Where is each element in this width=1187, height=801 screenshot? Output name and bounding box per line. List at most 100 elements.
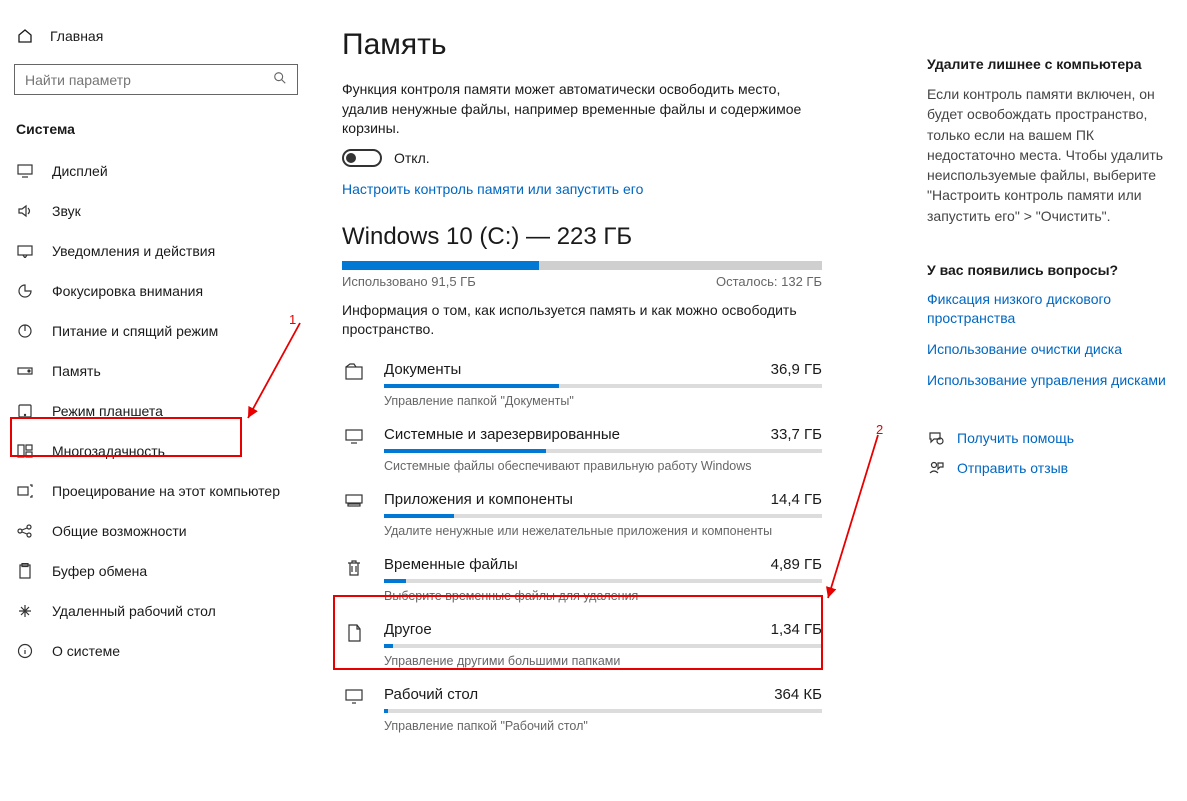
sidebar: Главная Система Дисплей Звук Уведомления… <box>0 0 312 801</box>
sidebar-item-label: Многозадачность <box>52 443 165 459</box>
sidebar-item-label: О системе <box>52 643 120 659</box>
category-name: Временные файлы <box>384 556 518 573</box>
category-temp[interactable]: Временные файлы 4,89 ГБ Выберите временны… <box>342 550 822 615</box>
sidebar-item-shared[interactable]: Общие возможности <box>0 511 312 551</box>
main-content: Память Функция контроля памяти может авт… <box>312 0 927 801</box>
category-size: 36,9 ГБ <box>771 361 822 378</box>
notifications-icon <box>16 244 34 258</box>
sidebar-item-label: Звук <box>52 203 81 219</box>
sidebar-item-about[interactable]: О системе <box>0 631 312 671</box>
info-text: Если контроль памяти включен, он будет о… <box>927 84 1175 226</box>
category-size: 33,7 ГБ <box>771 426 822 443</box>
category-sub: Удалите ненужные или нежелательные прило… <box>384 524 822 538</box>
desktop-icon <box>342 686 366 704</box>
sidebar-item-tablet[interactable]: Режим планшета <box>0 391 312 431</box>
sidebar-item-notifications[interactable]: Уведомления и действия <box>0 231 312 271</box>
category-name: Приложения и компоненты <box>384 491 573 508</box>
sound-icon <box>16 204 34 218</box>
drive-usage-bar <box>342 261 822 270</box>
category-sub: Управление папкой "Рабочий стол" <box>384 719 822 733</box>
sidebar-item-label: Дисплей <box>52 163 108 179</box>
tablet-icon <box>16 404 34 418</box>
category-documents[interactable]: Документы 36,9 ГБ Управление папкой "Доку… <box>342 355 822 420</box>
drive-info: Информация о том, как используется памят… <box>342 301 812 339</box>
category-sub: Управление другими большими папками <box>384 654 822 668</box>
clipboard-icon <box>16 563 34 579</box>
multitask-icon <box>16 444 34 458</box>
category-system[interactable]: Системные и зарезервированные 33,7 ГБ Сис… <box>342 420 822 485</box>
home-label: Главная <box>50 28 103 44</box>
feedback-link[interactable]: Отправить отзыв <box>927 460 1175 476</box>
sidebar-item-sound[interactable]: Звук <box>0 191 312 231</box>
drive-heading: Windows 10 (C:) — 223 ГБ <box>342 223 897 251</box>
trash-icon <box>342 556 366 578</box>
sidebar-item-label: Проецирование на этот компьютер <box>52 483 280 499</box>
info-heading: Удалите лишнее с компьютера <box>927 56 1175 72</box>
remote-icon <box>16 603 34 619</box>
category-size: 1,34 ГБ <box>771 621 822 638</box>
drive-usage-labels: Использовано 91,5 ГБ Осталось: 132 ГБ <box>342 274 822 289</box>
storage-sense-toggle-row: Откл. <box>342 149 897 167</box>
category-sub: Выберите временные файлы для удаления <box>384 589 822 603</box>
sidebar-item-label: Уведомления и действия <box>52 243 215 259</box>
toggle-label: Откл. <box>394 150 430 166</box>
storage-sense-description: Функция контроля памяти может автоматиче… <box>342 80 812 139</box>
display-icon <box>16 164 34 178</box>
category-sub: Системные файлы обеспечивают правильную … <box>384 459 822 473</box>
storage-icon <box>16 365 34 377</box>
category-name: Документы <box>384 361 461 378</box>
sidebar-item-label: Режим планшета <box>52 403 163 419</box>
category-name: Системные и зарезервированные <box>384 426 620 443</box>
sidebar-item-clipboard[interactable]: Буфер обмена <box>0 551 312 591</box>
drive-free-label: Осталось: 132 ГБ <box>716 274 822 289</box>
drive-used-label: Использовано 91,5 ГБ <box>342 274 476 289</box>
search-field[interactable] <box>25 72 248 88</box>
storage-sense-toggle[interactable] <box>342 149 382 167</box>
help-link-cleanup[interactable]: Использование очистки диска <box>927 340 1175 359</box>
sidebar-item-label: Память <box>52 363 101 379</box>
feedback-label: Отправить отзыв <box>957 460 1068 476</box>
sidebar-item-focus[interactable]: Фокусировка внимания <box>0 271 312 311</box>
search-icon <box>273 71 287 88</box>
category-desktop[interactable]: Рабочий стол 364 КБ Управление папкой "Ра… <box>342 680 822 745</box>
sidebar-item-projecting[interactable]: Проецирование на этот компьютер <box>0 471 312 511</box>
get-help-link[interactable]: Получить помощь <box>927 430 1175 446</box>
sidebar-item-multitask[interactable]: Многозадачность <box>0 431 312 471</box>
home-icon <box>16 28 34 44</box>
get-help-label: Получить помощь <box>957 430 1074 446</box>
power-icon <box>16 323 34 339</box>
category-name: Рабочий стол <box>384 686 478 703</box>
sidebar-item-storage[interactable]: Память <box>0 351 312 391</box>
sidebar-item-power[interactable]: Питание и спящий режим <box>0 311 312 351</box>
page-title: Память <box>342 28 897 62</box>
help-link-diskmgmt[interactable]: Использование управления дисками <box>927 371 1175 390</box>
feedback-icon <box>927 460 945 476</box>
sidebar-item-label: Фокусировка внимания <box>52 283 203 299</box>
other-icon <box>342 621 366 643</box>
search-input[interactable] <box>14 64 298 95</box>
sidebar-item-display[interactable]: Дисплей <box>0 151 312 191</box>
about-icon <box>16 643 34 659</box>
sidebar-item-label: Удаленный рабочий стол <box>52 603 216 619</box>
sidebar-item-remote[interactable]: Удаленный рабочий стол <box>0 591 312 631</box>
projecting-icon <box>16 484 34 498</box>
category-size: 14,4 ГБ <box>771 491 822 508</box>
home-link[interactable]: Главная <box>0 20 312 52</box>
sidebar-item-label: Буфер обмена <box>52 563 147 579</box>
help-link-low-disk[interactable]: Фиксация низкого дискового пространства <box>927 290 1175 328</box>
documents-icon <box>342 361 366 381</box>
sidebar-item-label: Питание и спящий режим <box>52 323 218 339</box>
help-chat-icon <box>927 430 945 446</box>
configure-storage-sense-link[interactable]: Настроить контроль памяти или запустить … <box>342 181 643 197</box>
category-name: Другое <box>384 621 432 638</box>
category-sub: Управление папкой "Документы" <box>384 394 822 408</box>
system-icon <box>342 426 366 444</box>
category-size: 4,89 ГБ <box>771 556 822 573</box>
shared-icon <box>16 523 34 539</box>
focus-icon <box>16 283 34 299</box>
category-other[interactable]: Другое 1,34 ГБ Управление другими большим… <box>342 615 822 680</box>
apps-icon <box>342 491 366 507</box>
category-apps[interactable]: Приложения и компоненты 14,4 ГБ Удалите н… <box>342 485 822 550</box>
help-heading: У вас появились вопросы? <box>927 262 1175 278</box>
category-size: 364 КБ <box>774 686 822 703</box>
